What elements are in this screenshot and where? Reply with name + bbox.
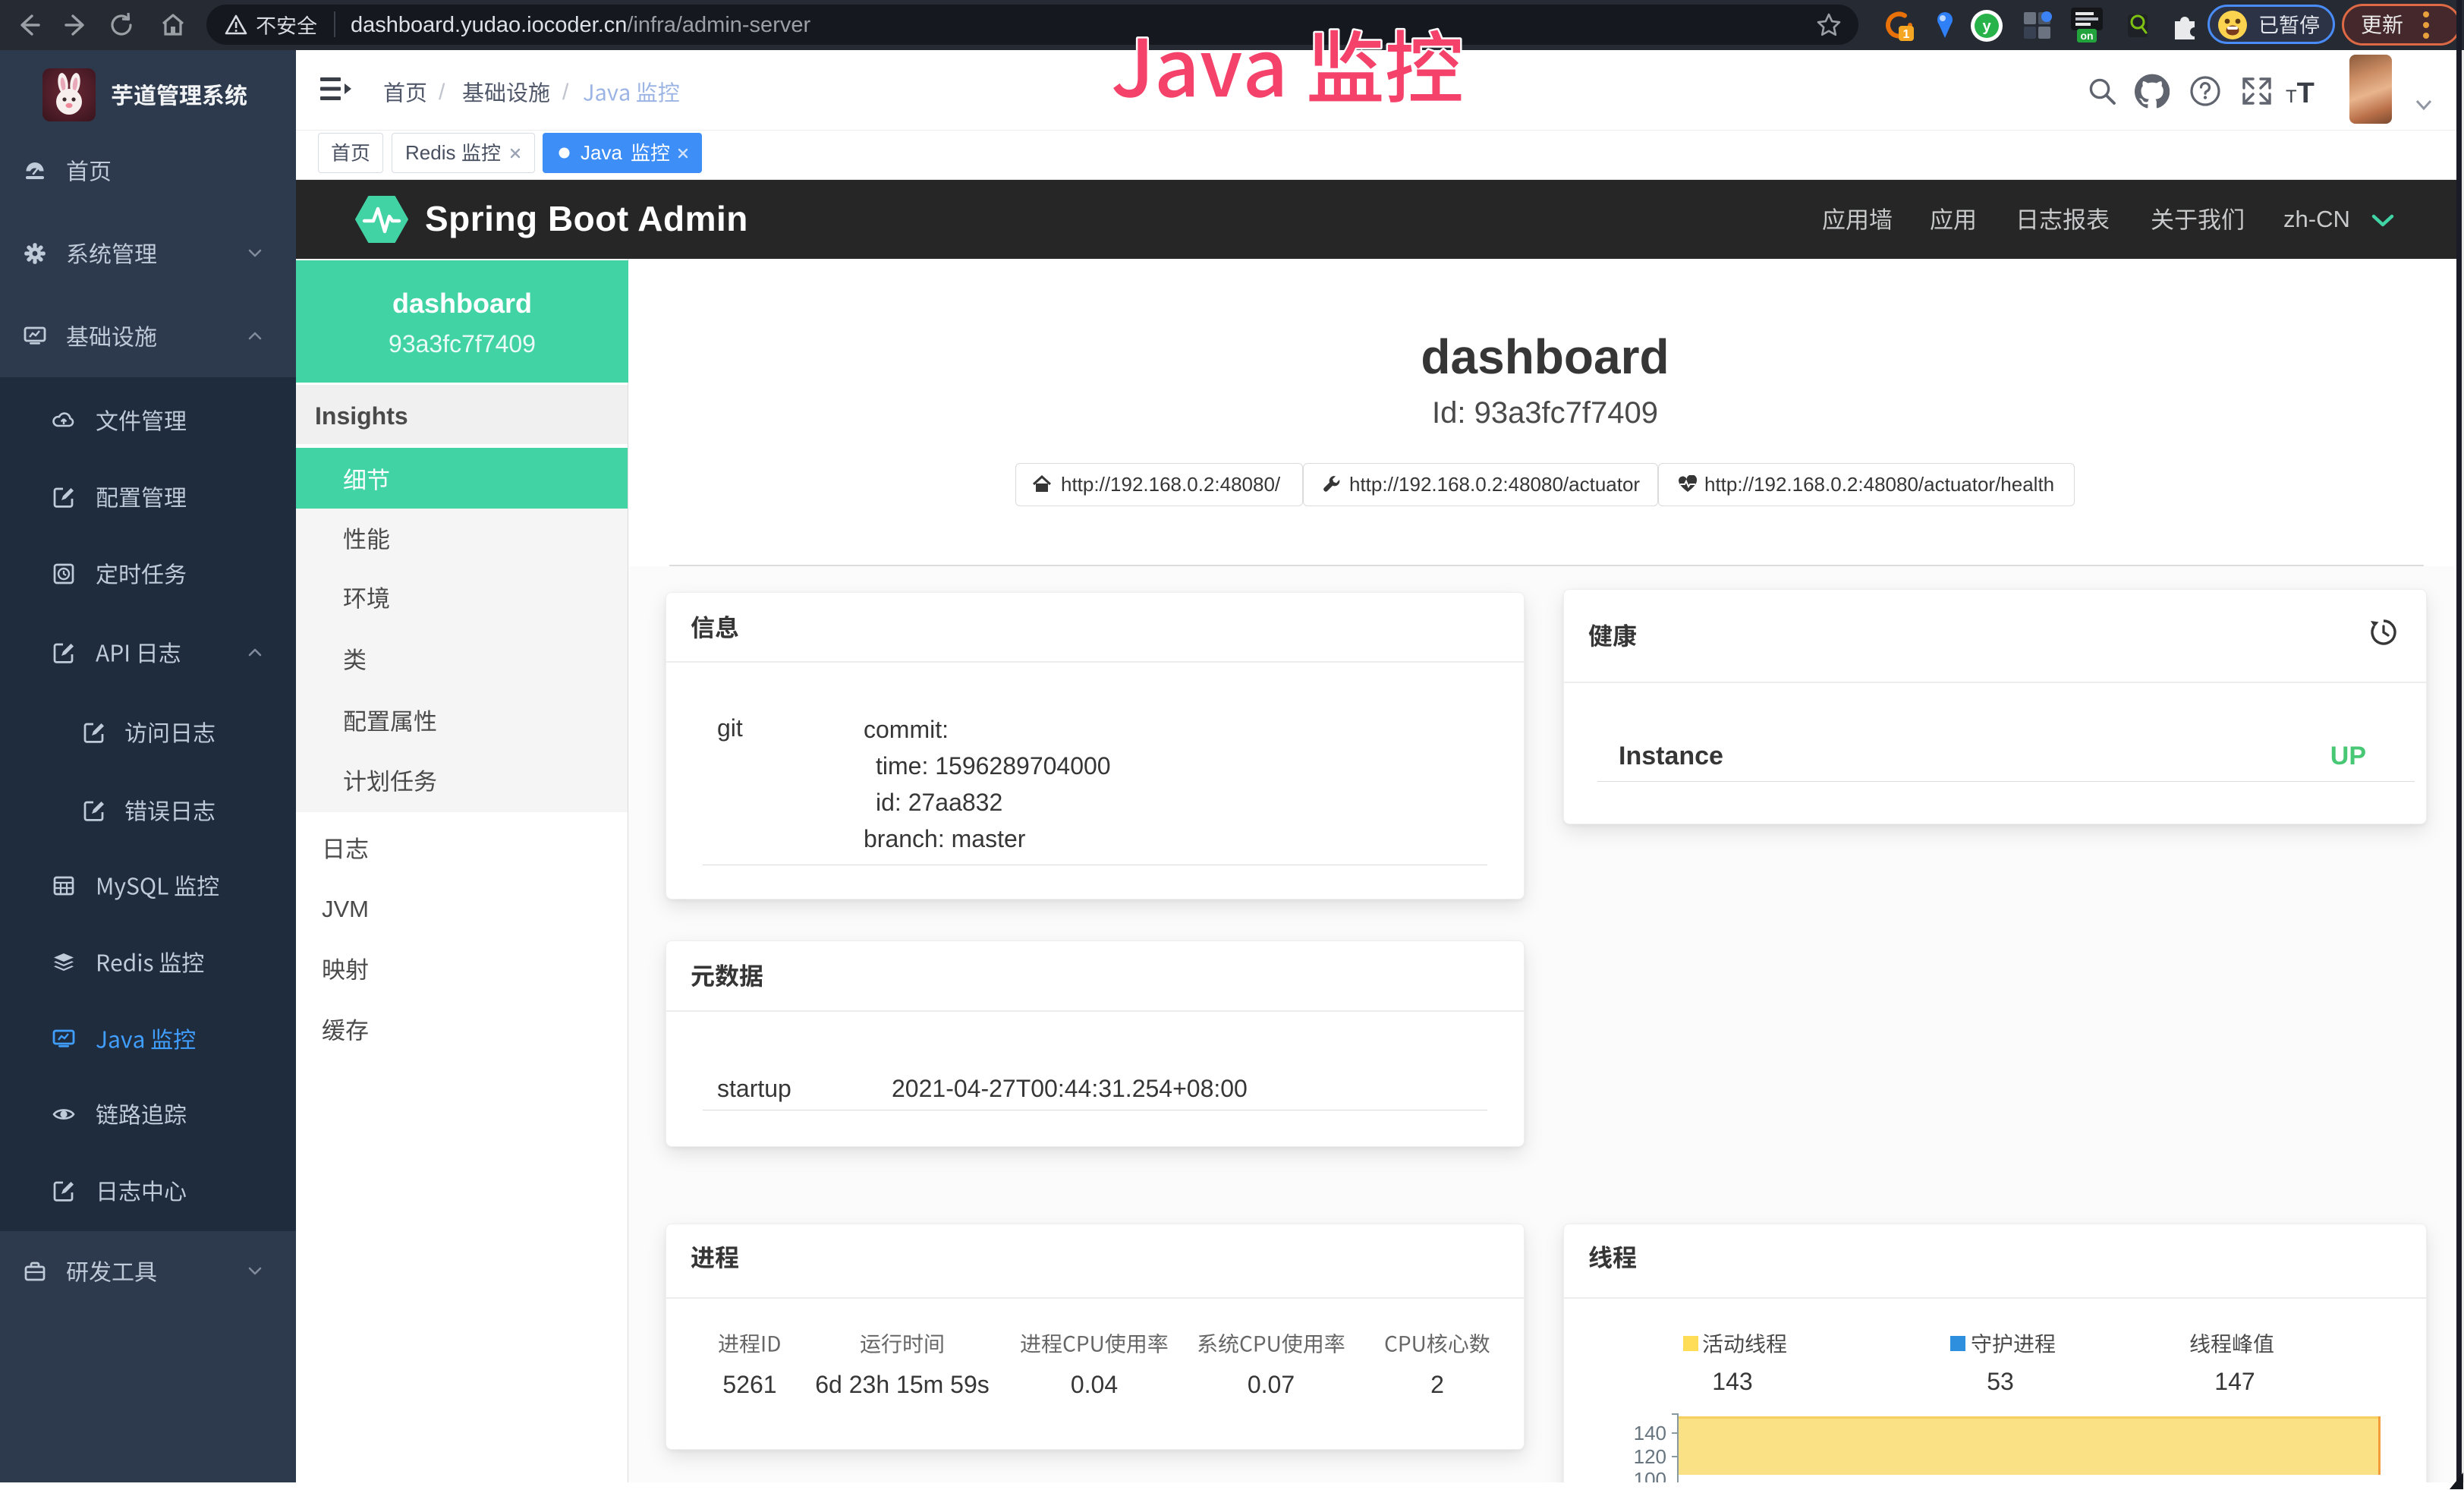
svg-text:y: y (1982, 18, 1991, 35)
svg-text:on: on (2080, 30, 2093, 42)
svg-text:1: 1 (1903, 28, 1910, 41)
